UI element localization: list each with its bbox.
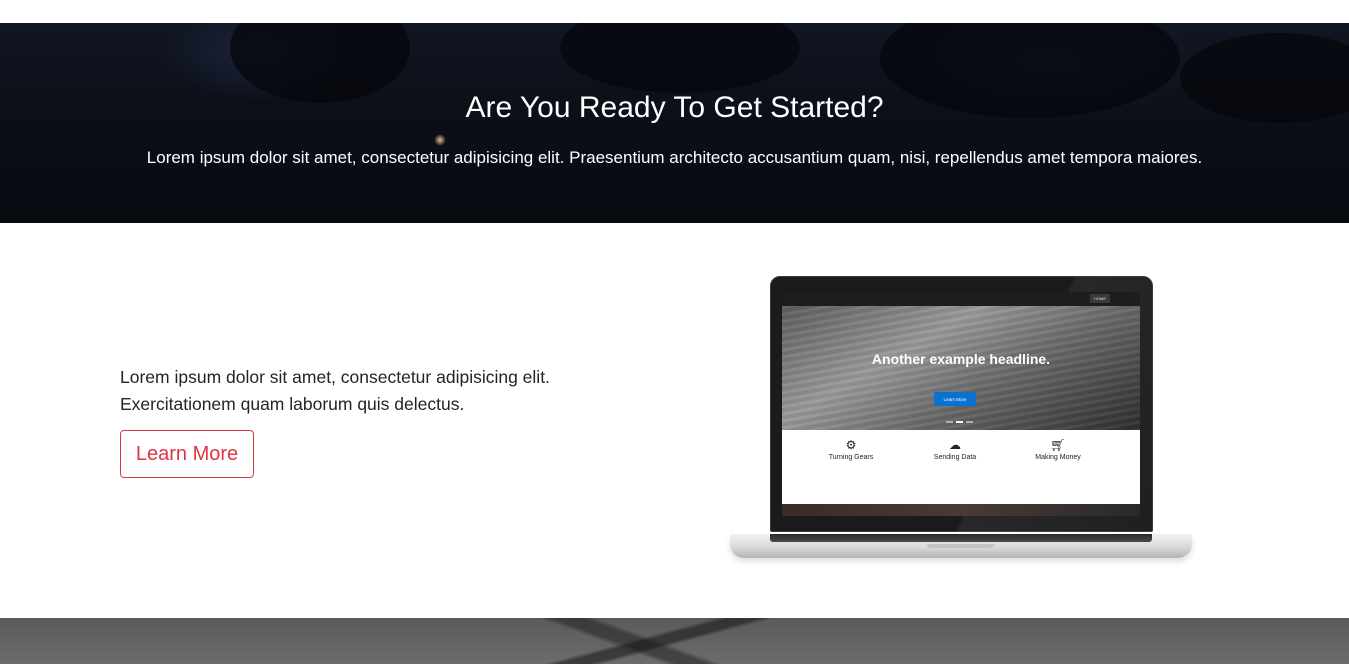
screen-feature-title: Turning Gears (828, 454, 874, 461)
screen-nav-items: HOME (1090, 294, 1130, 303)
cloud-icon: ☁ (949, 438, 961, 452)
gear-icon: ⚙ (845, 438, 857, 452)
screen-nav-item (1122, 294, 1130, 303)
screen-learn-more-button: Learn More (934, 392, 976, 406)
carousel-dot (966, 421, 973, 423)
next-section-banner (0, 618, 1349, 664)
learn-more-button[interactable]: Learn More (120, 430, 254, 478)
top-strip (0, 0, 1349, 23)
laptop-notch (927, 544, 995, 548)
screen-feature-title: Sending Data (933, 454, 977, 461)
feature-section: Lorem ipsum dolor sit amet, consectetur … (0, 223, 1349, 618)
laptop-base (730, 534, 1192, 558)
background-tree (560, 23, 800, 93)
screen-feature: ⚙ Turning Gears (801, 438, 901, 461)
cta-text: Lorem ipsum dolor sit amet, consectetur … (146, 148, 1203, 167)
laptop-screen: HOME Another example headline. Learn Mor… (782, 292, 1140, 516)
screen-nav-item: HOME (1090, 294, 1110, 303)
laptop-image: HOME Another example headline. Learn Mor… (725, 276, 1197, 566)
screen-navbar: HOME (782, 292, 1140, 306)
screen-nav-item (1112, 294, 1120, 303)
laptop-hinge (770, 534, 1152, 542)
screen-feature: 🛒︎ Making Money (1008, 438, 1108, 461)
screen-feature: ☁ Sending Data (905, 438, 1005, 461)
cart-icon: 🛒︎ (1050, 438, 1066, 452)
screen-hero: Another example headline. Learn More (782, 306, 1140, 430)
cta-title: Are You Ready To Get Started? (465, 91, 884, 124)
carousel-dot (956, 421, 963, 423)
feature-text: Lorem ipsum dolor sit amet, consectetur … (120, 367, 550, 414)
screen-features: ⚙ Turning Gears ☁ Sending Data 🛒︎ Making… (782, 430, 1140, 504)
cta-banner: Are You Ready To Get Started? Lorem ipsu… (0, 23, 1349, 223)
screen-feature-title: Making Money (1035, 454, 1081, 461)
carousel-dot (946, 421, 953, 423)
screen-headline: Another example headline. (871, 351, 1051, 367)
screen-carousel-indicators (946, 421, 973, 423)
screen-footer-strip (782, 504, 1140, 516)
